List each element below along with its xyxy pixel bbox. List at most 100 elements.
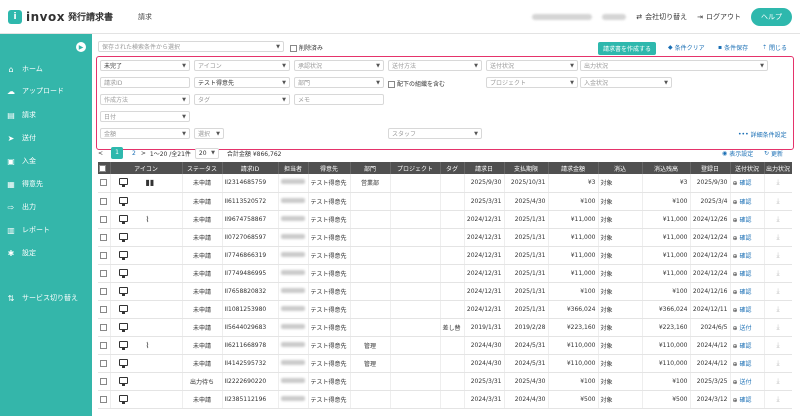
- download-icon[interactable]: ⤓: [776, 251, 779, 259]
- table-row[interactable]: 未申請 II2385112196 テスト得意先 2024/3/31 2024/4/30 ¥…: [98, 390, 792, 409]
- sidebar-item-export[interactable]: ⇨ 出力: [6, 202, 36, 212]
- invoice-id-cell[interactable]: II7749486995: [222, 264, 279, 283]
- table-row[interactable]: 未申請 II7746866319 テスト得意先 2024/12/31 2025/1/31…: [98, 246, 792, 265]
- app-logo[interactable]: i invox 発行請求書: [8, 9, 120, 24]
- download-icon[interactable]: ⤓: [776, 305, 779, 313]
- row-select-cell[interactable]: [98, 318, 111, 337]
- invoice-id-cell[interactable]: II7746866319: [222, 246, 279, 265]
- send-status-link[interactable]: 確認: [739, 397, 751, 404]
- send-method-filter[interactable]: 送付方法 ▼: [388, 60, 482, 71]
- send-status-cell[interactable]: ⊕ 確認: [730, 264, 765, 283]
- customer-filter[interactable]: テスト得意先 ▼: [194, 77, 290, 88]
- row-checkbox[interactable]: [100, 179, 107, 187]
- send-status-link[interactable]: 確認: [739, 289, 751, 296]
- amount-filter[interactable]: 金額 ▼: [100, 128, 190, 139]
- invoice-id-cell[interactable]: II2314685759: [222, 174, 279, 193]
- table-row[interactable]: 未申請 II4142595732 テスト得意先 管理 2024/4/30 2024/5/3…: [98, 354, 792, 373]
- project-filter[interactable]: プロジェクト ▼: [486, 77, 578, 88]
- deleted-checkbox[interactable]: [290, 45, 297, 52]
- column-header[interactable]: 担当者: [278, 162, 309, 174]
- download-icon[interactable]: ⤓: [776, 215, 779, 223]
- row-checkbox[interactable]: [100, 377, 107, 385]
- output-status-cell[interactable]: ⤓: [764, 174, 792, 193]
- select-all-header[interactable]: [98, 162, 111, 174]
- download-icon[interactable]: ⤓: [776, 341, 779, 349]
- row-select-cell[interactable]: [98, 174, 111, 193]
- creation-method-filter[interactable]: 作成方法 ▼: [100, 94, 190, 105]
- output-status-cell[interactable]: ⤓: [764, 390, 792, 409]
- payment-status-filter[interactable]: 入金状況 ▼: [580, 77, 672, 88]
- send-status-link[interactable]: 確認: [739, 271, 751, 278]
- sidebar-item-settings[interactable]: ✱ 設定: [6, 248, 36, 258]
- column-header[interactable]: ステータス: [182, 162, 223, 174]
- column-header[interactable]: 請求日: [464, 162, 505, 174]
- table-row[interactable]: ⌇ 未申請 II6211668978 テスト得意先 管理 2024/4/30 2024/5/…: [98, 336, 792, 355]
- output-status-cell[interactable]: ⤓: [764, 354, 792, 373]
- download-icon[interactable]: ⤓: [776, 377, 779, 385]
- send-status-link[interactable]: 確認: [739, 180, 751, 187]
- download-icon[interactable]: ⤓: [776, 233, 779, 241]
- row-select-cell[interactable]: [98, 336, 111, 355]
- table-row[interactable]: 未申請 II1081253980 テスト得意先 2024/12/31 2025/1/31…: [98, 300, 792, 319]
- row-checkbox[interactable]: [100, 215, 107, 223]
- table-row[interactable]: 未申請 II0727068597 テスト得意先 2024/12/31 2025/1/31…: [98, 228, 792, 247]
- invoice-id-cell[interactable]: II2222690220: [222, 372, 279, 391]
- row-select-cell[interactable]: [98, 246, 111, 265]
- send-status-cell[interactable]: ⊕ 確認: [730, 228, 765, 247]
- column-header[interactable]: 得意先: [308, 162, 351, 174]
- per-page-select[interactable]: 20 ▼: [194, 147, 219, 159]
- include-sub-org-checkbox[interactable]: [388, 81, 395, 88]
- logout-link[interactable]: ⇥ ログアウト: [697, 12, 741, 22]
- column-header[interactable]: タグ: [440, 162, 465, 174]
- output-status-cell[interactable]: ⤓: [764, 210, 792, 229]
- status-filter[interactable]: 未完了 ▼: [100, 60, 190, 71]
- invoice-id-cell[interactable]: II0727068597: [222, 228, 279, 247]
- invoice-id-cell[interactable]: II9674758867: [222, 210, 279, 229]
- icon-filter[interactable]: アイコン ▼: [194, 60, 290, 71]
- send-status-cell[interactable]: ⊕ 確認: [730, 336, 765, 355]
- download-icon[interactable]: ⤓: [776, 395, 779, 403]
- download-icon[interactable]: ⤓: [776, 197, 779, 205]
- send-status-link[interactable]: 送付: [739, 379, 751, 386]
- close-filter-link[interactable]: ⇡ 閉じる: [762, 43, 787, 52]
- column-header[interactable]: プロジェクト: [390, 162, 441, 174]
- invoice-id-cell[interactable]: II2385112196: [222, 390, 279, 409]
- invoice-id-cell[interactable]: II1081253980: [222, 300, 279, 319]
- approval-filter[interactable]: 承認状況 ▼: [294, 60, 384, 71]
- column-header[interactable]: アイコン: [110, 162, 183, 174]
- row-checkbox[interactable]: [100, 341, 107, 349]
- refresh-link[interactable]: ↻ 更新: [764, 149, 783, 158]
- select-all-checkbox[interactable]: [99, 164, 107, 172]
- output-status-cell[interactable]: ⤓: [764, 372, 792, 391]
- download-icon[interactable]: ⤓: [776, 359, 779, 367]
- row-checkbox[interactable]: [100, 359, 107, 367]
- row-checkbox[interactable]: [100, 287, 107, 295]
- invoice-id-cell[interactable]: II4142595732: [222, 354, 279, 373]
- invoice-id-cell[interactable]: II5644029683: [222, 318, 279, 337]
- download-icon[interactable]: ⤓: [776, 178, 779, 186]
- output-status-cell[interactable]: ⤓: [764, 228, 792, 247]
- download-icon[interactable]: ⤓: [776, 269, 779, 277]
- send-status-link[interactable]: 確認: [739, 235, 751, 242]
- next-page-button[interactable]: >: [141, 150, 146, 157]
- deleted-checkbox-wrap[interactable]: 削除済み: [290, 43, 323, 52]
- company-switch-link[interactable]: ⇄ 会社切り替え: [636, 12, 687, 22]
- send-status-cell[interactable]: ⊕ 確認: [730, 354, 765, 373]
- selection-filter[interactable]: 選択 ▼: [194, 128, 224, 139]
- saved-search-select[interactable]: 保存された検索条件から選択 ▼: [98, 41, 284, 52]
- sidebar-item-invoice[interactable]: ▤ 請求: [6, 110, 36, 120]
- department-filter[interactable]: 部門 ▼: [294, 77, 384, 88]
- download-icon[interactable]: ⤓: [776, 287, 779, 295]
- column-header[interactable]: 消込残高: [642, 162, 691, 174]
- include-sub-org-wrap[interactable]: 配下の組織を含む: [388, 79, 445, 88]
- column-header[interactable]: 請求ID: [222, 162, 279, 174]
- row-checkbox[interactable]: [100, 233, 107, 241]
- send-status-cell[interactable]: ⊕ 確認: [730, 210, 765, 229]
- send-status-cell[interactable]: ⊕ 確認: [730, 192, 765, 211]
- prev-page-button[interactable]: <: [98, 150, 103, 157]
- table-row[interactable]: 未申請 II7658820832 テスト得意先 2024/12/31 2025/1/31…: [98, 282, 792, 301]
- send-status-filter[interactable]: 送付状況 ▼: [486, 60, 578, 71]
- table-row[interactable]: 出力待ち II2222690220 テスト得意先 2025/3/31 2025/4/30…: [98, 372, 792, 391]
- send-status-link[interactable]: 確認: [739, 343, 751, 350]
- column-header[interactable]: 消込: [598, 162, 643, 174]
